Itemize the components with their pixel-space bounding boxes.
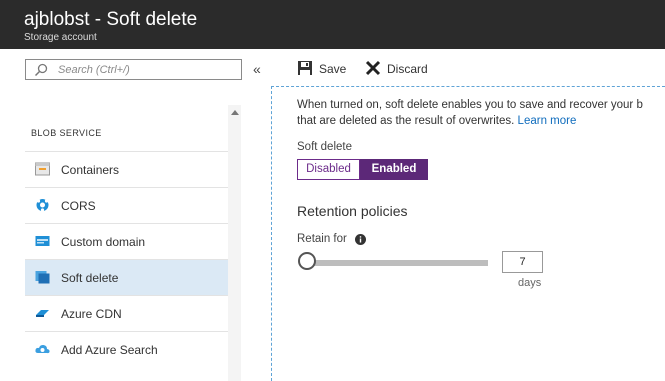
menu-item-custom-domain[interactable]: Custom domain [25, 223, 229, 259]
retention-policies-heading: Retention policies [297, 203, 408, 219]
cors-icon [36, 199, 49, 212]
blade-content: When turned on, soft delete enables you … [271, 86, 665, 381]
retain-days-unit: days [518, 277, 542, 289]
description-line-2: that are deleted as the result of overwr… [297, 115, 515, 127]
save-label: Save [319, 62, 347, 76]
menu-item-azure-cdn[interactable]: Azure CDN [25, 295, 229, 331]
command-bar: Save Discard [271, 49, 665, 86]
scroll-up-arrow-icon[interactable] [231, 110, 239, 115]
resource-menu: BLOB SERVICE Containers CORS Custom doma… [25, 105, 229, 381]
azure-search-icon [35, 344, 50, 354]
discard-button[interactable]: Discard [365, 60, 445, 76]
learn-more-link[interactable]: Learn more [518, 115, 577, 127]
soft-delete-toggle: Disabled Enabled [297, 159, 428, 180]
containers-icon [35, 162, 50, 176]
save-icon [298, 61, 312, 75]
description-line-1: When turned on, soft delete enables you … [297, 99, 643, 111]
menu-item-label: Add Azure Search [61, 343, 158, 357]
retention-slider-thumb[interactable] [298, 252, 316, 270]
azure-cdn-icon [36, 310, 49, 317]
soft-delete-icon [35, 271, 50, 284]
menu-item-cors[interactable]: CORS [25, 187, 229, 223]
retain-for-label: Retain for [297, 233, 347, 245]
soft-delete-description: When turned on, soft delete enables you … [297, 97, 665, 129]
blade-title: ajblobst - Soft delete [24, 9, 198, 30]
menu-item-label: Containers [61, 163, 120, 177]
menu-section-header: BLOB SERVICE [31, 128, 102, 138]
menu-item-label: Custom domain [61, 235, 146, 249]
search-icon [34, 63, 48, 77]
retention-slider-track[interactable] [305, 260, 488, 266]
soft-delete-label: Soft delete [297, 141, 352, 153]
menu-item-label: Soft delete [61, 271, 119, 285]
menu-item-label: CORS [61, 199, 96, 213]
soft-delete-blade: Save Discard When turned on, soft delete… [271, 49, 665, 381]
toggle-enabled-option[interactable]: Enabled [360, 159, 428, 180]
menu-scrollbar[interactable] [228, 105, 241, 381]
blade-subtitle: Storage account [24, 32, 97, 43]
discard-label: Discard [387, 62, 428, 76]
menu-item-add-azure-search[interactable]: Add Azure Search [25, 331, 229, 367]
left-menu-pane: Search (Ctrl+/) « BLOB SERVICE Container… [0, 49, 271, 381]
menu-item-label: Azure CDN [61, 307, 122, 321]
toggle-disabled-option[interactable]: Disabled [297, 159, 360, 180]
close-icon [365, 60, 381, 76]
info-icon[interactable] [355, 234, 366, 245]
retain-days-input[interactable]: 7 [502, 251, 543, 273]
search-placeholder: Search (Ctrl+/) [58, 64, 130, 76]
menu-item-containers[interactable]: Containers [25, 151, 229, 187]
save-button[interactable]: Save [297, 60, 357, 76]
collapse-menu-button[interactable]: « [253, 61, 261, 77]
blade-header: ajblobst - Soft delete Storage account [0, 0, 665, 49]
search-input[interactable]: Search (Ctrl+/) [25, 59, 242, 80]
menu-item-soft-delete[interactable]: Soft delete [25, 259, 229, 295]
custom-domain-icon [35, 236, 50, 246]
